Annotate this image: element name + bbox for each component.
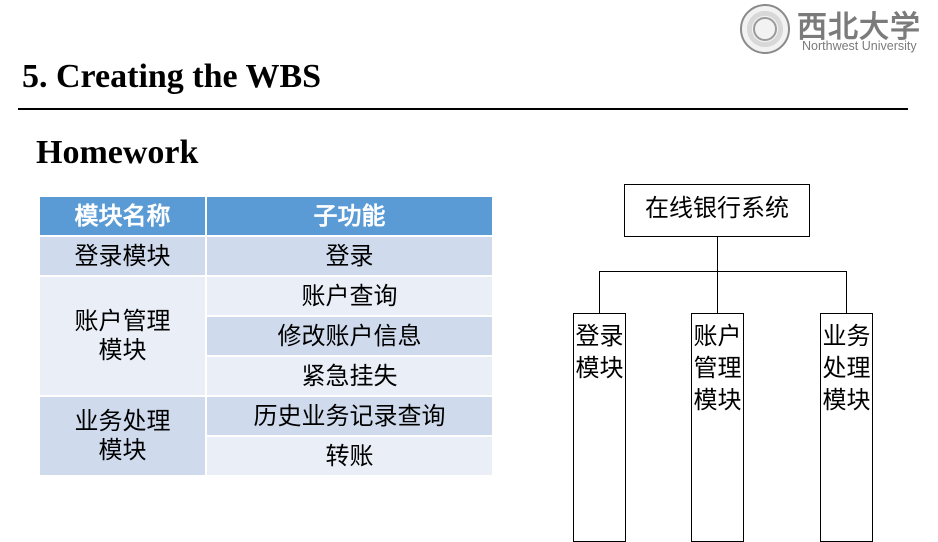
module-cell-text: 业务处理模块: [74, 407, 171, 464]
function-cell: 账户查询: [205, 275, 494, 317]
wbs-child-node: 账户管理模块: [691, 313, 744, 542]
connector-line: [717, 271, 718, 313]
title-divider: [18, 108, 908, 110]
wbs-root-node: 在线银行系统: [624, 184, 810, 237]
module-cell: 账户管理模块: [38, 275, 207, 397]
module-cell: 登录模块: [38, 235, 207, 277]
wbs-diagram: 在线银行系统 登录模块 账户管理模块 业务处理模块: [560, 180, 890, 542]
function-cell: 修改账户信息: [205, 315, 494, 357]
function-cell: 历史业务记录查询: [205, 395, 494, 437]
table-header-row: 模块名称 子功能: [38, 195, 494, 237]
connector-line: [717, 237, 718, 272]
table-row: 账户管理模块 账户查询: [38, 275, 494, 397]
slide-subtitle: Homework: [36, 134, 199, 171]
header-module-name: 模块名称: [38, 195, 207, 237]
table-row: 登录模块 登录: [38, 235, 494, 277]
university-seal-icon: [740, 4, 790, 54]
university-logo: 西北大学 Northwest University: [740, 4, 936, 60]
connector-line: [846, 271, 847, 313]
wbs-child-node: 登录模块: [573, 313, 626, 542]
connector-line: [599, 271, 600, 313]
wbs-child-node: 业务处理模块: [820, 313, 873, 542]
function-cell: 紧急挂失: [205, 355, 494, 397]
module-cell-text: 账户管理模块: [74, 307, 171, 364]
module-cell: 业务处理模块: [38, 395, 207, 477]
function-cell: 登录: [205, 235, 494, 277]
slide-title: 5. Creating the WBS: [22, 58, 322, 95]
connector-line: [599, 271, 847, 272]
logo-english-name: Northwest University: [802, 39, 917, 53]
table-row: 业务处理模块 历史业务记录查询: [38, 395, 494, 477]
function-cell: 转账: [205, 435, 494, 477]
module-table: 模块名称 子功能 登录模块 登录 账户管理模块 账户查询 修改账户信息 紧急挂失…: [38, 195, 494, 477]
header-sub-function: 子功能: [205, 195, 494, 237]
